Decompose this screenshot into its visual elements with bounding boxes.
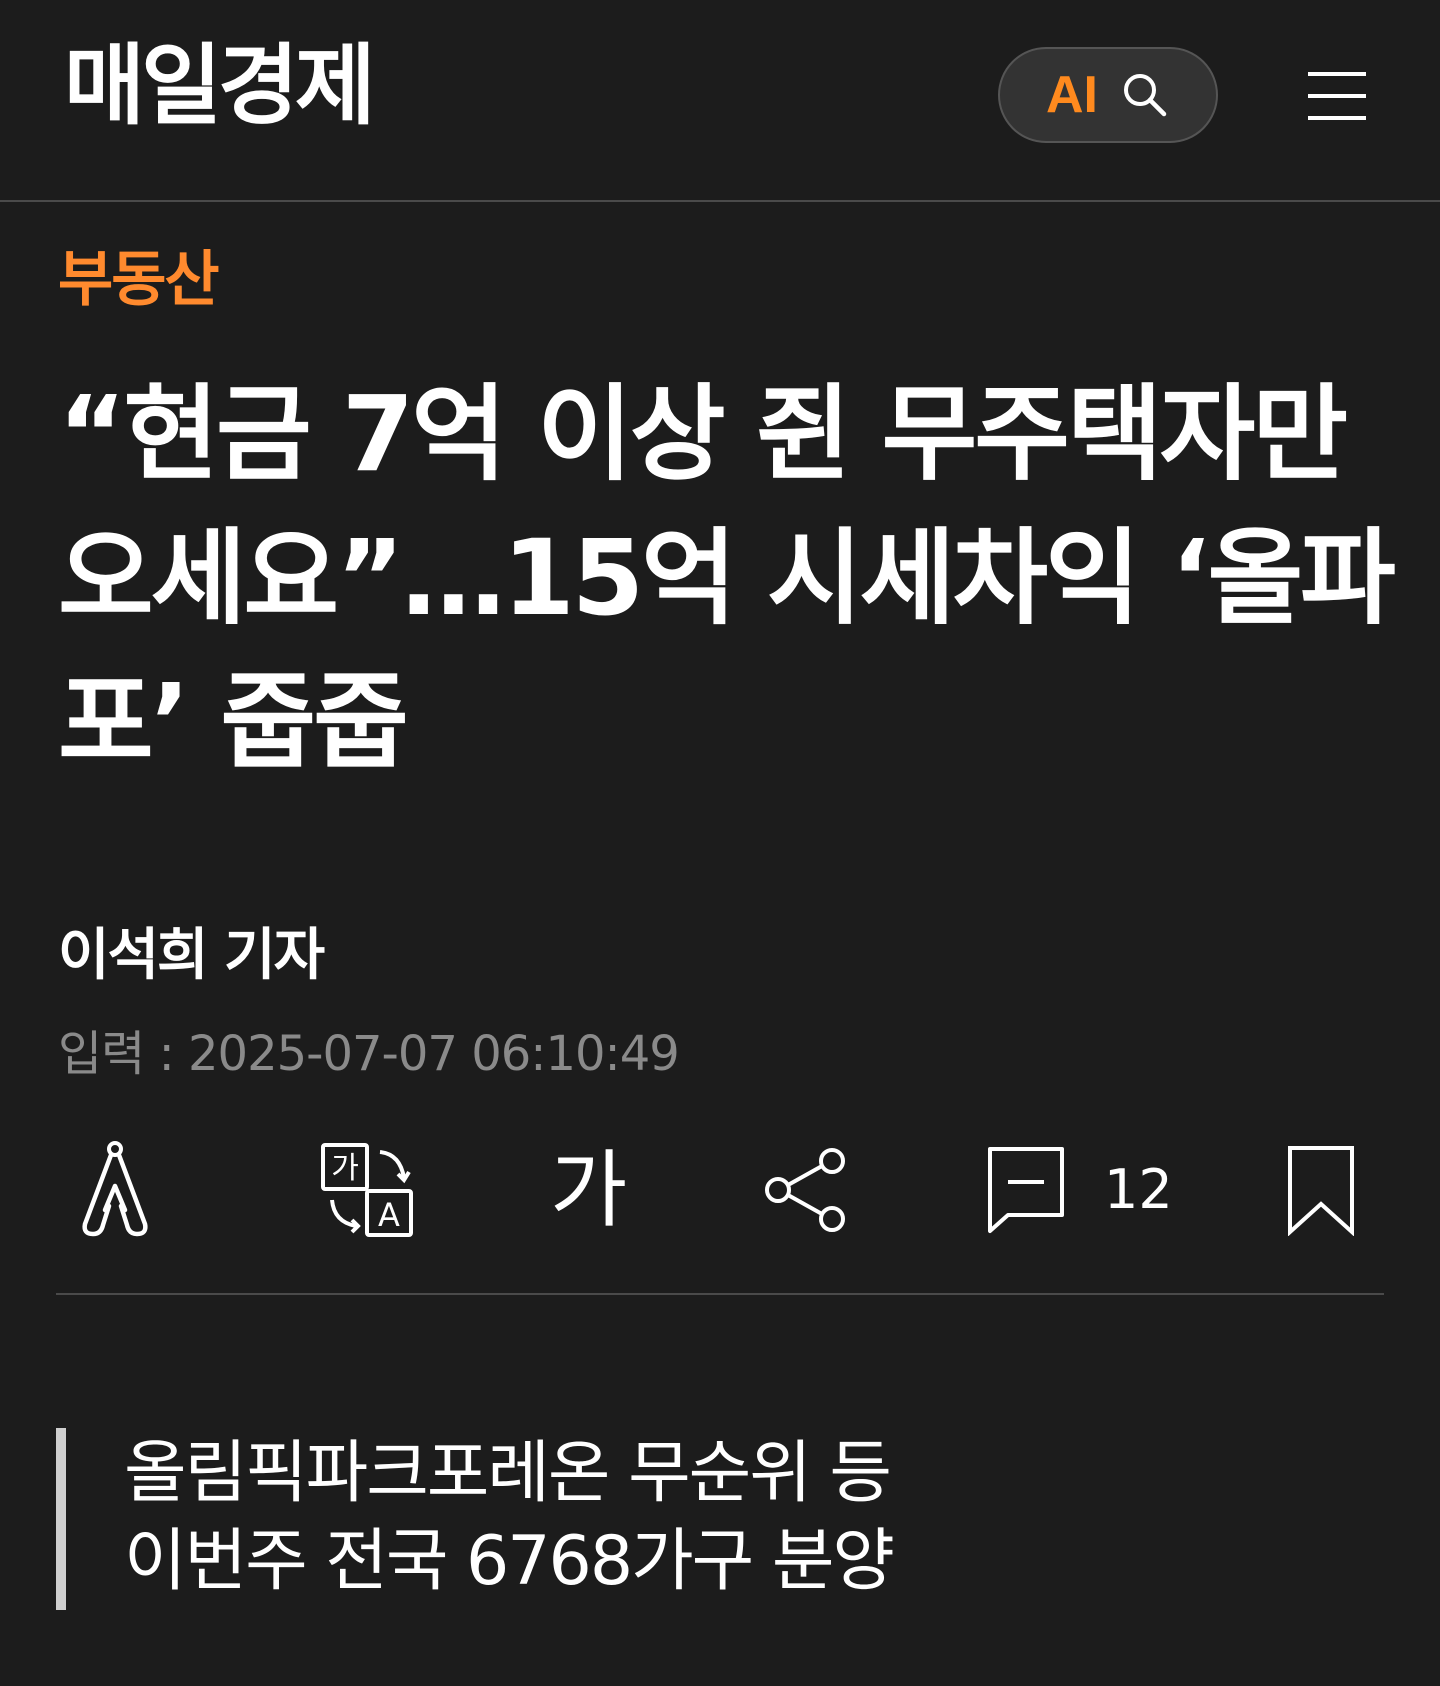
published-timestamp: 입력 : 2025-07-07 06:10:49 <box>58 1026 680 1082</box>
reporter-name[interactable]: 이석희 기자 <box>58 928 325 984</box>
svg-text:A: A <box>378 1196 400 1234</box>
site-logo[interactable]: 매일경제 <box>64 42 376 130</box>
article-summary: 올림픽파크포레온 무순위 등 이번주 전국 6768가구 분양 <box>56 1428 1356 1610</box>
font-size-glyph: 가 <box>550 1141 628 1239</box>
comment-button[interactable]: 12 <box>986 1130 1173 1250</box>
share-icon <box>765 1148 845 1232</box>
comment-icon <box>988 1147 1064 1233</box>
svg-text:가: 가 <box>331 1151 359 1186</box>
translate-button[interactable]: 가 A <box>320 1130 416 1250</box>
site-header: 매일경제 AI <box>0 0 1440 202</box>
summary-line-2: 이번주 전국 6768가구 분양 <box>124 1522 895 1601</box>
comment-count: 12 <box>1104 1158 1173 1221</box>
article-headline: “현금 7억 이상 쥔 무주택자만 오세요”…15억 시세차익 ‘올파포’ 줍줍 <box>58 373 1396 783</box>
search-icon <box>1124 74 1167 117</box>
ai-label: AI <box>1046 66 1098 124</box>
article-category[interactable]: 부동산 <box>58 250 220 310</box>
summary-quote-bar <box>56 1428 66 1610</box>
audio-read-icon <box>82 1141 148 1237</box>
bookmark-icon <box>1288 1146 1354 1236</box>
share-button[interactable] <box>762 1130 848 1250</box>
translate-icon: 가 A <box>321 1143 413 1237</box>
article-toolbar: 가 A 가 12 <box>56 1130 1384 1250</box>
ai-search-button[interactable]: AI <box>998 47 1218 143</box>
toolbar-divider <box>56 1293 1384 1295</box>
hamburger-menu-icon[interactable] <box>1306 68 1368 124</box>
font-size-button[interactable]: 가 <box>550 1130 627 1250</box>
summary-line-1: 올림픽파크포레온 무순위 등 <box>124 1434 892 1513</box>
audio-read-button[interactable] <box>80 1130 150 1250</box>
bookmark-button[interactable] <box>1286 1130 1356 1250</box>
